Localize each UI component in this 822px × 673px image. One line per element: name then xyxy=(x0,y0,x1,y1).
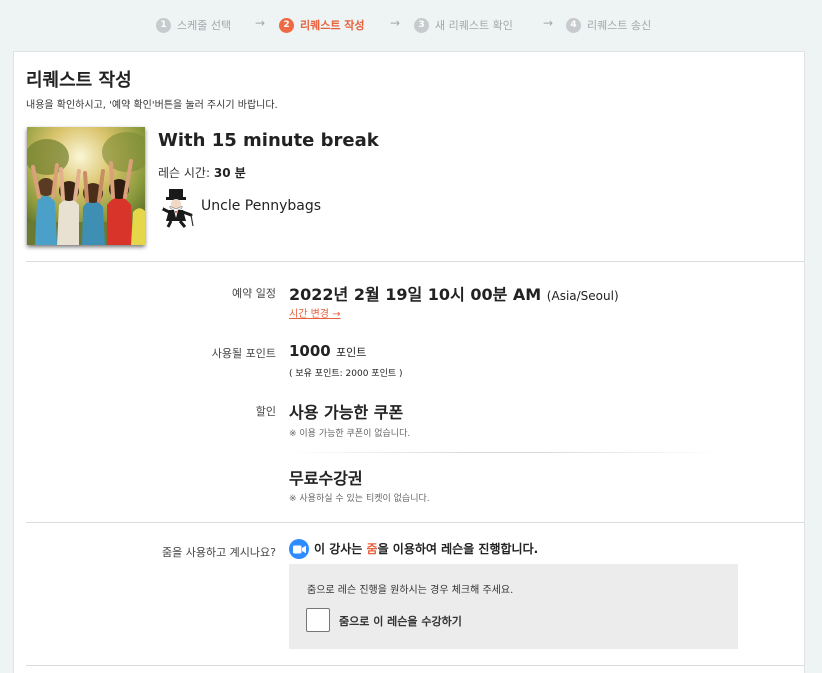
step-arrow-icon: → xyxy=(390,16,401,30)
step-label: 리퀘스트 작성 xyxy=(300,19,365,32)
step-label: 새 리퀘스트 확인 xyxy=(435,19,513,32)
lesson-duration: 레슨 시간: 30 분 xyxy=(158,164,246,181)
step-request-send: 4 리퀘스트 송신 xyxy=(566,17,651,33)
change-time-link[interactable]: 시간 변경 → xyxy=(289,305,341,320)
step-schedule-select: 1 스케줄 선택 xyxy=(156,17,231,33)
zoom-text-highlight: 줌 xyxy=(366,542,378,556)
tutor-name[interactable]: Uncle Pennybags xyxy=(201,198,321,214)
page-title: 리퀘스트 작성 xyxy=(26,70,132,91)
points-balance-note: ( 보유 포인트: 2000 포인트 ) xyxy=(289,369,403,379)
section-divider xyxy=(26,522,805,523)
step-request-confirm: 3 새 리퀘스트 확인 xyxy=(414,17,513,33)
zoom-option-description: 줌으로 레슨 진행을 원하시는 경우 체크해 주세요. xyxy=(307,585,514,596)
zoom-question-label: 줌을 사용하고 계시나요? xyxy=(161,546,276,559)
lesson-duration-label: 레슨 시간: xyxy=(158,166,211,180)
reservation-date-value: 2022년 2월 19일 10시 00분 AM xyxy=(289,285,542,304)
step-number: 1 xyxy=(156,17,171,33)
step-arrow-icon: → xyxy=(543,16,554,30)
request-form-card: 리퀘스트 작성 내용을 확인하시고, '예약 확인'버튼을 눌러 주시기 바랍니… xyxy=(13,51,805,673)
points-used: 1000 포인트 xyxy=(289,342,366,360)
free-ticket-title: 무료수강권 xyxy=(289,469,363,488)
zoom-lesson-checkbox[interactable] xyxy=(306,608,330,632)
discount-label: 할인 xyxy=(255,405,276,418)
points-used-label: 사용될 포인트 xyxy=(211,347,276,360)
zoom-lesson-checkbox-label[interactable]: 줌으로 이 레슨을 수강하기 xyxy=(339,613,462,629)
zoom-text-before: 이 강사는 xyxy=(314,542,367,556)
coupon-note: ※ 이용 가능한 쿠폰이 없습니다. xyxy=(289,429,411,439)
lesson-duration-value: 30 분 xyxy=(213,166,246,180)
step-number: 2 xyxy=(279,17,294,33)
progress-stepper: 1 스케줄 선택 → 2 리퀘스트 작성 → 3 새 리퀘스트 확인 → 4 리… xyxy=(0,0,822,47)
zoom-text-after: 을 이용하여 레슨을 진행합니다. xyxy=(377,542,539,556)
coupon-title: 사용 가능한 쿠폰 xyxy=(289,403,404,422)
step-request-write: 2 리퀘스트 작성 xyxy=(279,17,365,33)
lesson-thumbnail xyxy=(27,127,145,245)
zoom-info-text: 이 강사는 줌을 이용하여 레슨을 진행합니다. xyxy=(314,540,538,557)
reservation-date-label: 예약 일정 xyxy=(232,287,276,300)
step-number: 4 xyxy=(566,17,581,33)
discount-divider xyxy=(289,452,719,453)
zoom-option-box: 줌으로 레슨 진행을 원하시는 경우 체크해 주세요. 줌으로 이 레슨을 수강… xyxy=(289,564,738,649)
free-ticket-note: ※ 사용하실 수 있는 티켓이 없습니다. xyxy=(289,494,430,504)
step-arrow-icon: → xyxy=(255,16,266,30)
section-divider xyxy=(26,665,805,666)
tutor-avatar[interactable] xyxy=(158,188,196,228)
lesson-title: With 15 minute break xyxy=(158,130,379,151)
step-label: 리퀘스트 송신 xyxy=(587,19,652,32)
step-number: 3 xyxy=(414,17,429,33)
timezone: (Asia/Seoul) xyxy=(546,289,619,303)
reservation-date: 2022년 2월 19일 10시 00분 AM (Asia/Seoul) xyxy=(289,281,619,305)
points-used-value: 1000 xyxy=(289,342,331,360)
points-unit: 포인트 xyxy=(335,346,367,359)
section-divider xyxy=(26,261,805,262)
zoom-camera-icon xyxy=(289,539,309,559)
page-subtitle: 내용을 확인하시고, '예약 확인'버튼을 눌러 주시기 바랍니다. xyxy=(26,100,278,111)
step-label: 스케줄 선택 xyxy=(177,19,232,32)
